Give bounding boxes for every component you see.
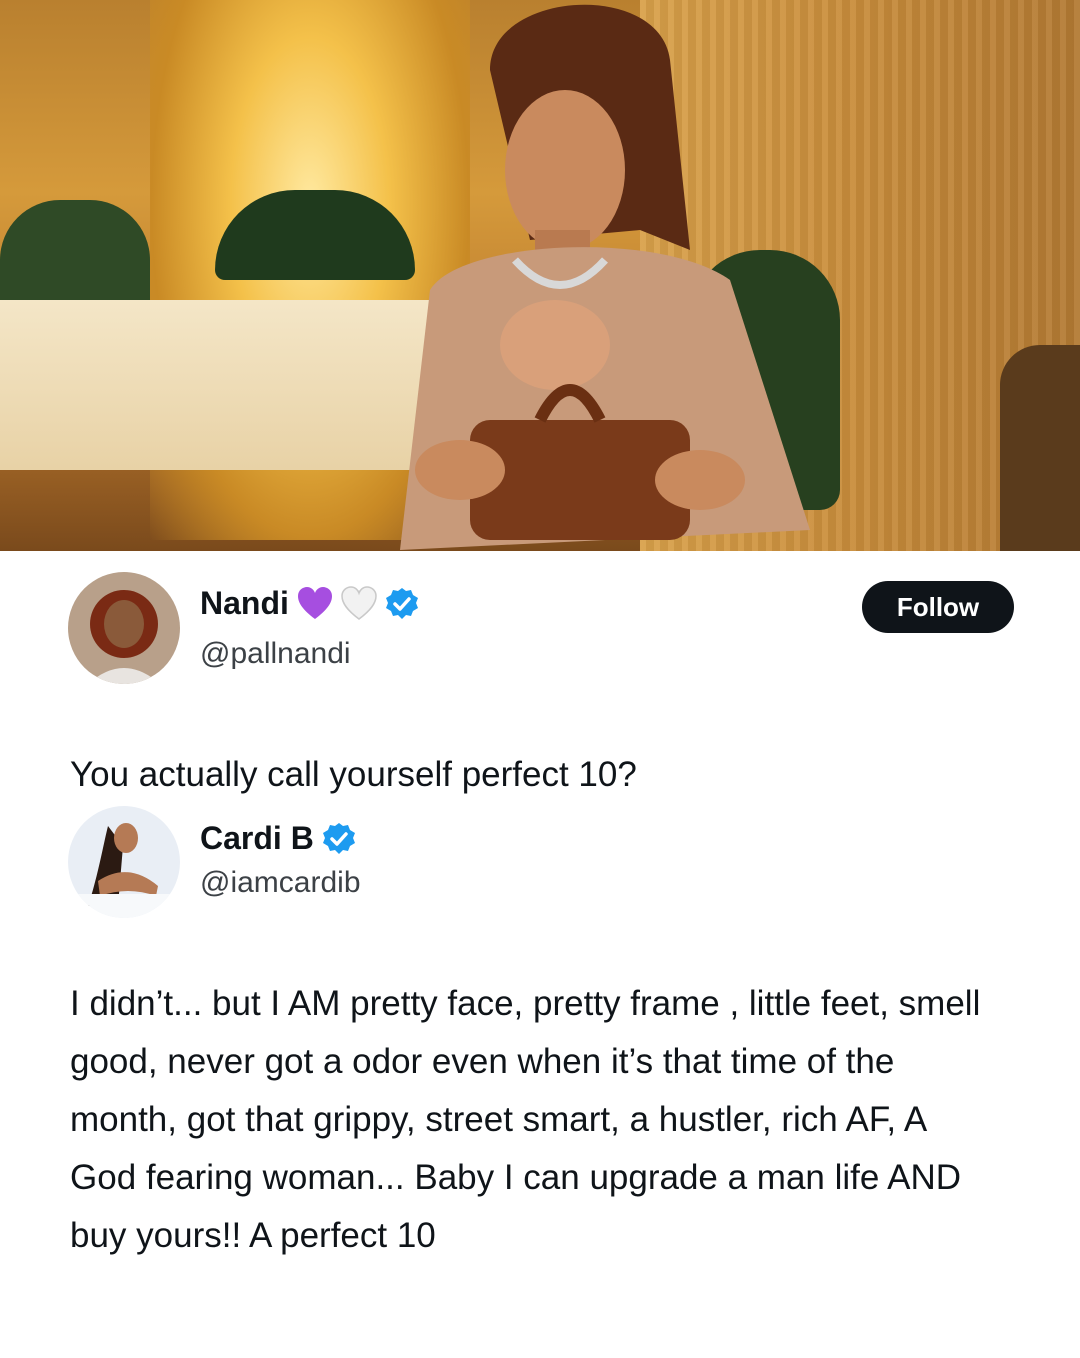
white-heart-icon bbox=[341, 585, 377, 622]
tweet-text: You actually call yourself perfect 10? bbox=[70, 755, 637, 794]
display-name[interactable]: Cardi B bbox=[200, 820, 314, 857]
author-name-row[interactable]: Cardi B bbox=[200, 820, 356, 857]
display-name[interactable]: Nandi bbox=[200, 585, 289, 622]
author-handle[interactable]: @pallnandi bbox=[200, 637, 351, 671]
avatar[interactable] bbox=[68, 572, 180, 684]
tweet-photo[interactable] bbox=[0, 0, 1080, 551]
avatar[interactable] bbox=[68, 806, 180, 918]
verified-badge-icon bbox=[322, 822, 356, 856]
woman-figure bbox=[400, 4, 810, 550]
quoted-tweet-text: I didn’t... but I AM pretty face, pretty… bbox=[70, 984, 981, 1255]
verified-badge-icon bbox=[385, 587, 419, 621]
purple-heart-icon bbox=[297, 586, 333, 622]
follow-button[interactable]: Follow bbox=[862, 581, 1014, 633]
author-name-row[interactable]: Nandi bbox=[200, 585, 419, 622]
author-handle[interactable]: @iamcardib bbox=[200, 866, 361, 900]
